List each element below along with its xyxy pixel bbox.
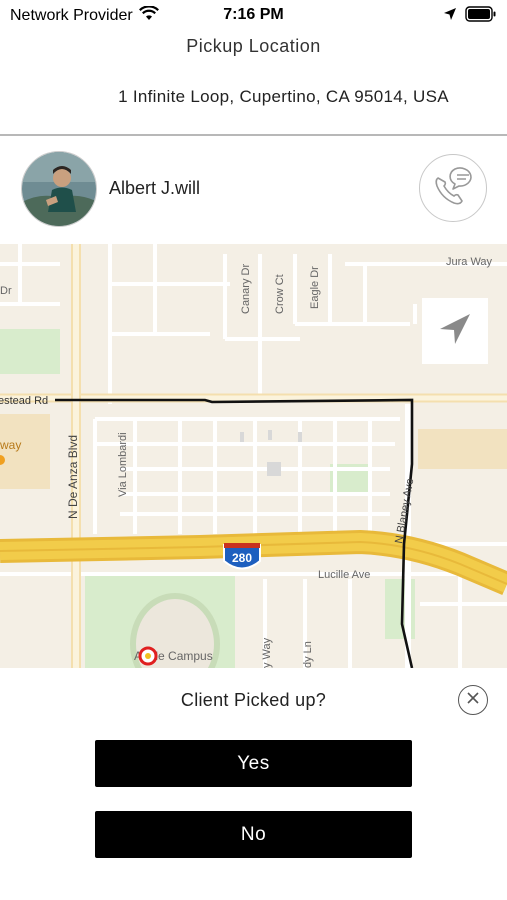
map-label-jura: Jura Way <box>446 256 493 268</box>
driver-row: Albert J.will <box>0 136 507 244</box>
locate-button[interactable] <box>422 298 488 364</box>
avatar <box>21 151 97 227</box>
park-area <box>0 329 60 374</box>
map-label-eagle: Eagle Dr <box>309 266 321 309</box>
driver-name: Albert J.will <box>109 178 201 198</box>
pickup-confirm-panel: Client Picked up? Yes No <box>0 668 507 900</box>
pickup-question: Client Picked up? <box>180 690 327 710</box>
map-label-crow: Crow Ct <box>274 274 286 314</box>
status-bar: Network Provider 7:16 PM <box>0 0 507 30</box>
map-label-de-anza: N De Anza Blvd <box>66 435 80 519</box>
pickup-marker-dot <box>145 653 151 659</box>
pickup-address: 1 Infinite Loop, Cupertino, CA 95014, US… <box>118 87 449 106</box>
map-label-blaney: N Blaney Ave <box>393 478 416 545</box>
commercial-area <box>418 429 507 469</box>
phone-chat-icon <box>429 164 477 213</box>
location-arrow-icon <box>443 7 457 26</box>
navigation-arrow-icon <box>435 309 475 354</box>
close-button[interactable] <box>458 685 488 715</box>
yes-button[interactable]: Yes <box>95 740 412 787</box>
map-view[interactable]: 280 estead Rd Jura Way Dr way Canary Dr … <box>0 244 507 668</box>
page-title: Pickup Location <box>186 36 321 56</box>
map-label-y-way: y Way <box>261 637 273 668</box>
map-label-dy-ln: dy Ln <box>302 641 314 668</box>
map-label-dr: Dr <box>0 285 12 297</box>
map-label-lucille: Lucille Ave <box>318 569 370 581</box>
battery-icon <box>465 6 497 27</box>
call-chat-button[interactable] <box>419 154 487 222</box>
highway-shield: 280 <box>223 543 261 570</box>
map-label-canary: Canary Dr <box>240 264 252 314</box>
close-circle-icon <box>466 691 480 710</box>
map-label-way: way <box>0 438 21 452</box>
no-button[interactable]: No <box>95 811 412 858</box>
map-label-homestead: estead Rd <box>0 395 48 407</box>
highway-label: 280 <box>232 551 252 565</box>
status-time: 7:16 PM <box>223 6 284 23</box>
status-right-group <box>443 6 497 27</box>
map-label-via-lombardi: Via Lombardi <box>117 432 129 497</box>
